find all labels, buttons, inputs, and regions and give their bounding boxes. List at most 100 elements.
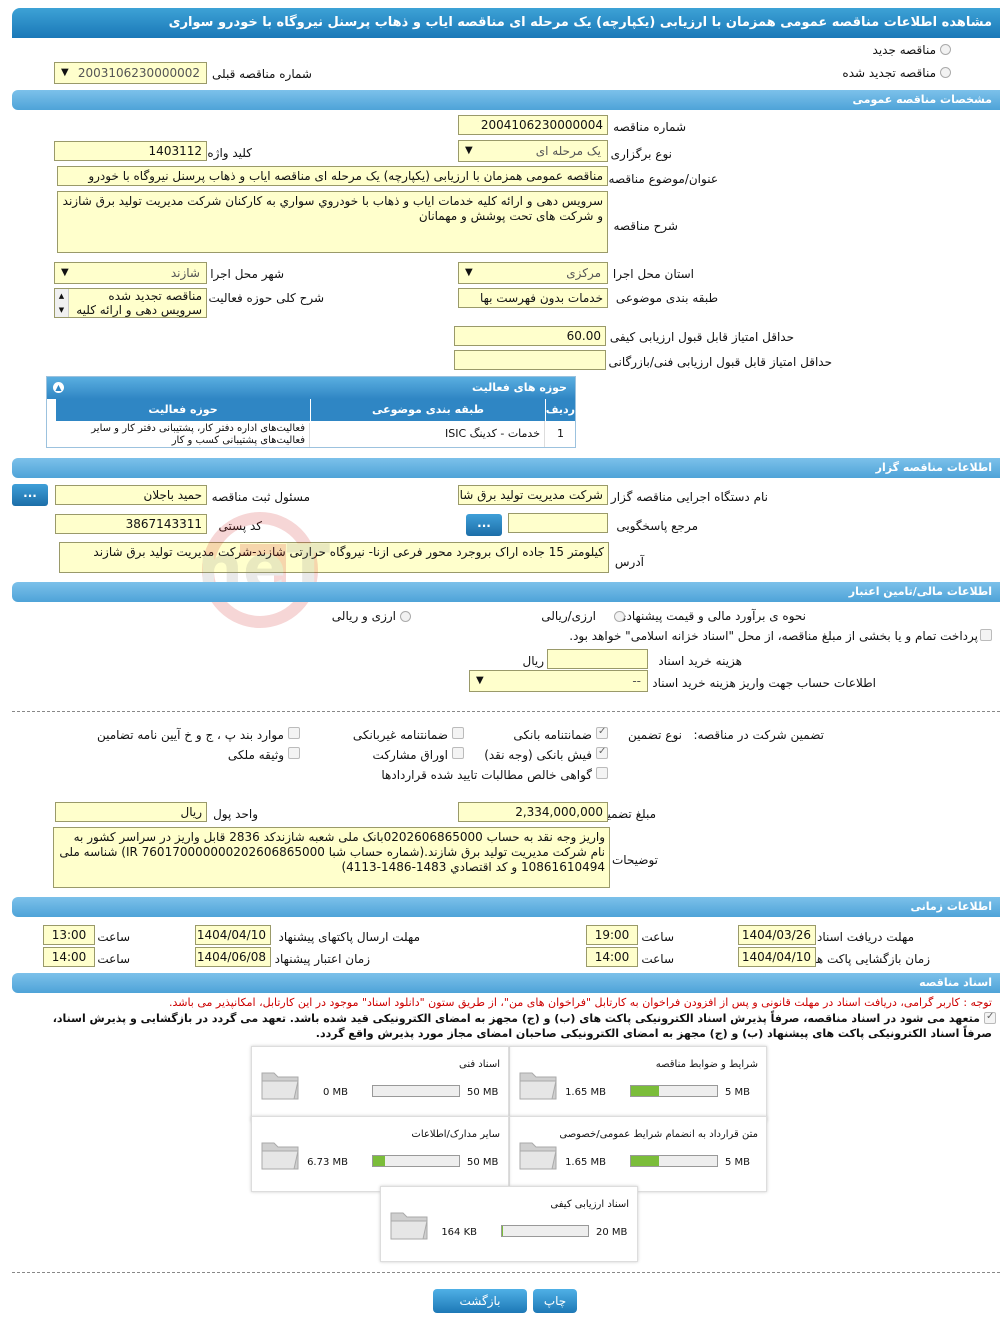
- bank-guarantee-checkbox[interactable]: [596, 726, 608, 739]
- divider: [12, 1272, 1000, 1273]
- validity-time[interactable]: 14:00: [43, 947, 95, 967]
- doc-card-progress: [372, 1085, 460, 1097]
- bank-receipt-checkbox[interactable]: [596, 746, 608, 759]
- doc-card-contract[interactable]: متن قرارداد به انضمام شرایط عمومی/خصوصی 1…: [509, 1116, 767, 1192]
- responsible-field[interactable]: حمید باجلان: [55, 485, 207, 505]
- currency-label: واحد پول: [213, 807, 258, 821]
- time-label: ساعت: [641, 930, 674, 944]
- renewed-tender-label: مناقصه تجدید شده: [842, 66, 936, 80]
- commit-checkbox[interactable]: [984, 1011, 996, 1024]
- rial-fx-radio[interactable]: [614, 611, 625, 622]
- chevron-down-icon: ▼: [465, 267, 473, 278]
- doc-fee-field[interactable]: [547, 649, 648, 669]
- validity-date[interactable]: 1404/06/08: [195, 947, 271, 967]
- currency-field[interactable]: ریال: [55, 802, 207, 822]
- doc-card-used: 164 KB: [441, 1227, 477, 1238]
- prev-number-label: شماره مناقصه قبلی: [212, 67, 312, 81]
- row-index: 1: [557, 427, 564, 440]
- doc-card-used: 1.65 MB: [565, 1087, 606, 1098]
- collapse-icon[interactable]: ▲: [53, 382, 64, 393]
- prev-number-select[interactable]: 2003106230000002 ▼: [54, 62, 207, 84]
- doc-card-progress-fill: [373, 1156, 386, 1166]
- notes-label: توضیحات: [611, 853, 658, 867]
- notes-area[interactable]: واریز وجه نقد به حساب 0202606865000بانک …: [53, 827, 610, 888]
- col-field: حوزه فعالیت: [56, 399, 310, 421]
- type-select[interactable]: یک مرحله ای ▼: [458, 140, 608, 162]
- estimate-label: نحوه ی برآورد مالی و قیمت پیشنهادی: [617, 609, 806, 623]
- min-tech-field[interactable]: [454, 350, 606, 370]
- doc-card-title: اسناد فنی: [459, 1059, 500, 1070]
- doc-card-used: 0 MB: [322, 1087, 348, 1098]
- activity-table: حوزه های فعالیت ▲ ردیف طبقه بندی موضوعی …: [46, 376, 576, 448]
- doc-fee-label: هزینه خرید اسناد: [658, 654, 742, 668]
- non-bank-guarantee-checkbox[interactable]: [452, 727, 464, 739]
- doc-card-quality[interactable]: اسناد ارزیابی کیفی 164 KB 20 MB: [380, 1186, 638, 1262]
- back-button[interactable]: بازگشت: [433, 1289, 527, 1313]
- partnership-bonds-label: اوراق مشارکت: [372, 748, 448, 762]
- doc-card-progress-fill: [631, 1086, 660, 1096]
- category-label: طبقه بندی موضوعی: [615, 291, 718, 305]
- send-deadline-time[interactable]: 13:00: [43, 925, 95, 945]
- divider: [12, 711, 1000, 712]
- doc-card-progress-fill: [631, 1156, 660, 1166]
- chevron-down-icon: ▼: [476, 675, 484, 686]
- desc-area[interactable]: سرویس دهی و ارائه کلیه خدمات ایاب و ذهاب…: [57, 191, 608, 253]
- category-field[interactable]: خدمات بدون فهرست بها: [458, 288, 608, 308]
- col-row: ردیف: [546, 399, 575, 421]
- chevron-down-icon: ▼: [61, 267, 69, 278]
- activity-scrollbar[interactable]: ▲ ▼: [55, 289, 69, 317]
- doc-card-title: سایر مدارک/اطلاعات: [411, 1129, 500, 1140]
- bank-receipt-label: فیش بانکی (وجه نقد): [484, 748, 592, 762]
- regulation-items-checkbox[interactable]: [288, 727, 300, 739]
- row-category: خدمات - کدینگ ISIC: [311, 421, 545, 447]
- title-field[interactable]: مناقصه عمومی همزمان با ارزیابی (یکپارچه)…: [57, 166, 608, 186]
- min-tech-label: حداقل امتیاز قابل قبول ارزیابی فنی/بازرگ…: [608, 355, 832, 369]
- section-timing: اطلاعات زمانی: [12, 897, 1000, 917]
- doc-card-title: شرایط و ضوابط مناقصه: [655, 1059, 758, 1070]
- doc-card-conditions[interactable]: شرایط و ضوابط مناقصه 1.65 MB 5 MB: [509, 1046, 767, 1122]
- province-value: مرکزی: [566, 266, 601, 280]
- account-select[interactable]: -- ▼: [469, 670, 648, 692]
- net-receivables-checkbox[interactable]: [596, 767, 608, 779]
- bank-guarantee-label: ضمانتنامه بانکی: [513, 728, 592, 742]
- send-deadline-label: مهلت ارسال پاکتهای پیشنهاد: [278, 930, 420, 944]
- renewed-tender-radio[interactable]: [940, 67, 951, 78]
- activity-area[interactable]: مناقصه تجدید شده سرویس دهی و ارائه کلیه …: [54, 288, 207, 318]
- doc-deadline-time[interactable]: 19:00: [586, 925, 638, 945]
- postal-field[interactable]: 3867143311: [55, 514, 207, 534]
- print-button[interactable]: چاپ: [533, 1289, 577, 1313]
- doc-card-max: 20 MB: [596, 1227, 628, 1238]
- doc-fee-unit: ریال: [522, 654, 544, 668]
- chevron-down-icon: ▼: [465, 145, 473, 156]
- page-title: مشاهده اطلاعات مناقصه عمومی همزمان با ار…: [12, 8, 1000, 38]
- city-select[interactable]: شازند ▼: [54, 262, 207, 284]
- section-organizer: اطلاعات مناقصه گزار: [12, 458, 1000, 478]
- doc-card-title: متن قرارداد به انضمام شرایط عمومی/خصوصی: [559, 1129, 758, 1140]
- doc-card-used: 6.73 MB: [307, 1157, 348, 1168]
- opening-time[interactable]: 14:00: [586, 947, 638, 967]
- new-tender-label: مناقصه جدید: [872, 43, 936, 57]
- doc-card-progress: [630, 1085, 718, 1097]
- desc-label: شرح مناقصه: [613, 219, 678, 233]
- send-deadline-date[interactable]: 1404/04/10: [195, 925, 271, 945]
- property-collateral-checkbox[interactable]: [288, 747, 300, 759]
- time-label: ساعت: [97, 952, 130, 966]
- islamic-treasury-checkbox[interactable]: [980, 629, 992, 641]
- keyword-field[interactable]: 1403112: [54, 141, 207, 161]
- amount-field[interactable]: 2,334,000,000: [458, 802, 608, 822]
- non-bank-guarantee-label: ضمانتنامه غیربانکی: [352, 728, 448, 742]
- min-quality-field[interactable]: 60.00: [454, 326, 606, 346]
- time-label: ساعت: [641, 952, 674, 966]
- partnership-bonds-checkbox[interactable]: [452, 747, 464, 759]
- doc-card-progress: [630, 1155, 718, 1167]
- new-tender-radio[interactable]: [940, 44, 951, 55]
- tender-number-field[interactable]: 2004106230000004: [458, 115, 608, 135]
- opening-date[interactable]: 1404/04/10: [738, 947, 816, 967]
- doc-deadline-date[interactable]: 1404/03/26: [738, 925, 816, 945]
- province-select[interactable]: مرکزی ▼: [458, 262, 608, 284]
- col-category: طبقه بندی موضوعی: [311, 399, 545, 421]
- fx-and-rial-radio[interactable]: [400, 611, 411, 622]
- doc-card-technical[interactable]: اسناد فنی 0 MB 50 MB: [251, 1046, 509, 1122]
- responsible-lookup-button[interactable]: ...: [12, 484, 48, 506]
- doc-card-other[interactable]: سایر مدارک/اطلاعات 6.73 MB 50 MB: [251, 1116, 509, 1192]
